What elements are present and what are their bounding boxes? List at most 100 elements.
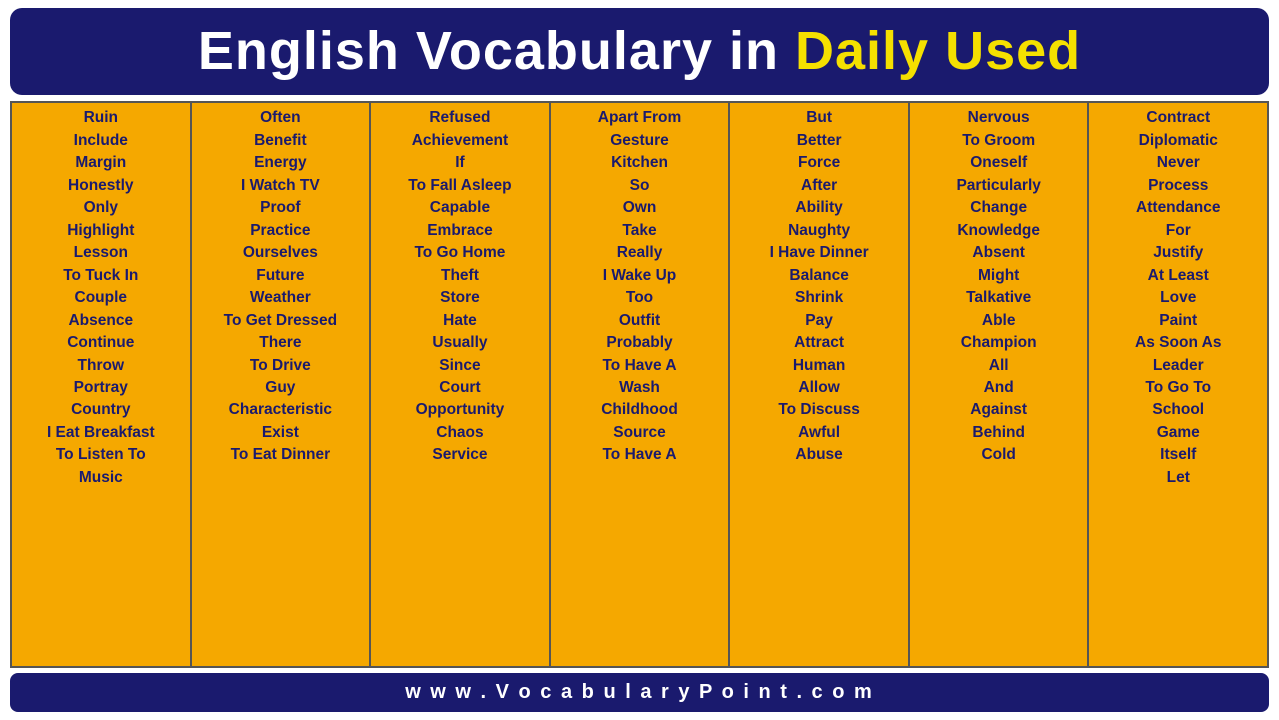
list-item: Attendance xyxy=(1091,197,1265,219)
list-item: Service xyxy=(373,444,547,466)
list-item: Allow xyxy=(732,377,906,399)
list-item: Behind xyxy=(912,422,1086,444)
list-item: Cold xyxy=(912,444,1086,466)
list-item: To Get Dressed xyxy=(194,310,368,332)
column-6: NervousTo GroomOneselfParticularlyChange… xyxy=(910,103,1090,666)
list-item: Never xyxy=(1091,152,1265,174)
list-item: Attract xyxy=(732,332,906,354)
list-item: I Wake Up xyxy=(553,265,727,287)
list-item: Wash xyxy=(553,377,727,399)
list-item: Include xyxy=(14,130,188,152)
list-item: Game xyxy=(1091,422,1265,444)
list-item: Portray xyxy=(14,377,188,399)
list-item: Contract xyxy=(1091,107,1265,129)
page-wrapper: English Vocabulary in Daily Used RuinInc… xyxy=(0,0,1279,720)
list-item: Change xyxy=(912,197,1086,219)
list-item: To Fall Asleep xyxy=(373,175,547,197)
list-item: Opportunity xyxy=(373,399,547,421)
list-item: Margin xyxy=(14,152,188,174)
list-item: Ability xyxy=(732,197,906,219)
list-item: Country xyxy=(14,399,188,421)
list-item: I Have Dinner xyxy=(732,242,906,264)
list-item: Embrace xyxy=(373,220,547,242)
list-item: Guy xyxy=(194,377,368,399)
list-item: Court xyxy=(373,377,547,399)
list-item: To Eat Dinner xyxy=(194,444,368,466)
list-item: Energy xyxy=(194,152,368,174)
list-item: Lesson xyxy=(14,242,188,264)
list-item: Human xyxy=(732,355,906,377)
list-item: Throw xyxy=(14,355,188,377)
list-item: Hate xyxy=(373,310,547,332)
list-item: Process xyxy=(1091,175,1265,197)
list-item: As Soon As xyxy=(1091,332,1265,354)
list-item: Honestly xyxy=(14,175,188,197)
vocabulary-table: RuinIncludeMarginHonestlyOnlyHighlightLe… xyxy=(10,101,1269,668)
list-item: I Eat Breakfast xyxy=(14,422,188,444)
list-item: Awful xyxy=(732,422,906,444)
list-item: To Have A xyxy=(553,444,727,466)
list-item: Oneself xyxy=(912,152,1086,174)
list-item: To Listen To xyxy=(14,444,188,466)
list-item: Itself xyxy=(1091,444,1265,466)
list-item: At Least xyxy=(1091,265,1265,287)
list-item: Talkative xyxy=(912,287,1086,309)
list-item: Continue xyxy=(14,332,188,354)
list-item: Since xyxy=(373,355,547,377)
list-item: Theft xyxy=(373,265,547,287)
column-3: RefusedAchievementIfTo Fall AsleepCapabl… xyxy=(371,103,551,666)
list-item: Often xyxy=(194,107,368,129)
list-item: But xyxy=(732,107,906,129)
title-white: English Vocabulary in xyxy=(198,21,779,81)
list-item: To Go Home xyxy=(373,242,547,264)
list-item: Nervous xyxy=(912,107,1086,129)
list-item: Chaos xyxy=(373,422,547,444)
list-item: Store xyxy=(373,287,547,309)
list-item: Benefit xyxy=(194,130,368,152)
list-item: Couple xyxy=(14,287,188,309)
list-item: To Drive xyxy=(194,355,368,377)
list-item: To Discuss xyxy=(732,399,906,421)
list-item: Own xyxy=(553,197,727,219)
list-item: Really xyxy=(553,242,727,264)
title-yellow: Daily Used xyxy=(795,21,1081,81)
list-item: Gesture xyxy=(553,130,727,152)
header: English Vocabulary in Daily Used xyxy=(10,8,1269,95)
list-item: I Watch TV xyxy=(194,175,368,197)
list-item: Shrink xyxy=(732,287,906,309)
column-1: RuinIncludeMarginHonestlyOnlyHighlightLe… xyxy=(12,103,192,666)
list-item: Leader xyxy=(1091,355,1265,377)
list-item: Justify xyxy=(1091,242,1265,264)
list-item: Weather xyxy=(194,287,368,309)
list-item: Ruin xyxy=(14,107,188,129)
list-item: Abuse xyxy=(732,444,906,466)
list-item: Highlight xyxy=(14,220,188,242)
list-item: To Groom xyxy=(912,130,1086,152)
list-item: If xyxy=(373,152,547,174)
header-title: English Vocabulary in Daily Used xyxy=(30,22,1249,81)
list-item: Refused xyxy=(373,107,547,129)
list-item: Able xyxy=(912,310,1086,332)
list-item: To Go To xyxy=(1091,377,1265,399)
list-item: And xyxy=(912,377,1086,399)
list-item: Balance xyxy=(732,265,906,287)
list-item: Outfit xyxy=(553,310,727,332)
list-item: There xyxy=(194,332,368,354)
list-item: Characteristic xyxy=(194,399,368,421)
list-item: Kitchen xyxy=(553,152,727,174)
column-4: Apart FromGestureKitchenSoOwnTakeReallyI… xyxy=(551,103,731,666)
list-item: Proof xyxy=(194,197,368,219)
list-item: Take xyxy=(553,220,727,242)
list-item: School xyxy=(1091,399,1265,421)
list-item: Particularly xyxy=(912,175,1086,197)
list-item: Only xyxy=(14,197,188,219)
list-item: Love xyxy=(1091,287,1265,309)
column-2: OftenBenefitEnergyI Watch TVProofPractic… xyxy=(192,103,372,666)
column-7: ContractDiplomaticNeverProcessAttendance… xyxy=(1089,103,1267,666)
list-item: Absence xyxy=(14,310,188,332)
list-item: Probably xyxy=(553,332,727,354)
list-item: Apart From xyxy=(553,107,727,129)
list-item: Knowledge xyxy=(912,220,1086,242)
list-item: All xyxy=(912,355,1086,377)
list-item: Ourselves xyxy=(194,242,368,264)
